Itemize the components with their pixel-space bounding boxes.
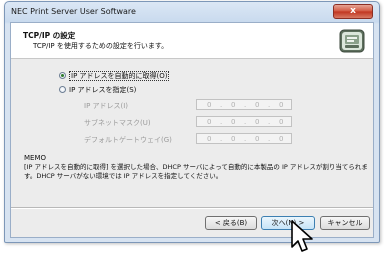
ip-octet: 0 bbox=[279, 118, 284, 126]
default-gateway-input[interactable]: 0 . 0 . 0 . 0 bbox=[196, 133, 292, 144]
window-title: NEC Print Server User Software bbox=[11, 7, 136, 16]
close-button[interactable]: x bbox=[333, 4, 373, 19]
ip-octet: 0 bbox=[279, 135, 284, 143]
close-icon: x bbox=[350, 6, 356, 16]
subnet-mask-input[interactable]: 0 . 0 . 0 . 0 bbox=[196, 116, 292, 127]
dialog-window: NEC Print Server User Software x TCP/IP … bbox=[4, 1, 380, 243]
memo-text: [IP アドレスを自動的に取得] を選択した場合、DHCP サーバによって自動的… bbox=[24, 163, 368, 180]
page-title: TCP/IP の設定 bbox=[23, 31, 76, 40]
radio-auto-ip-indicator[interactable] bbox=[59, 72, 66, 79]
title-bar[interactable]: NEC Print Server User Software x bbox=[5, 2, 379, 22]
dialog-body: TCP/IP の設定 TCP/IP を使用するための設定を行います。 IP アド… bbox=[10, 22, 374, 238]
default-gateway-label: デフォルトゲートウェイ(G) bbox=[84, 136, 172, 144]
ip-octet: 0 bbox=[207, 101, 212, 109]
ip-octet: 0 bbox=[207, 118, 212, 126]
mouse-pointer-icon bbox=[291, 220, 313, 252]
radio-auto-ip-label: IP アドレスを自動的に取得(O) bbox=[69, 71, 170, 81]
ip-octet: 0 bbox=[255, 101, 260, 109]
ip-octet: 0 bbox=[231, 135, 236, 143]
ip-octet: 0 bbox=[231, 101, 236, 109]
ip-octet: 0 bbox=[255, 135, 260, 143]
radio-manual-ip-label: IP アドレスを指定(S) bbox=[69, 86, 137, 94]
ip-address-input[interactable]: 0 . 0 . 0 . 0 bbox=[196, 99, 292, 110]
ip-address-label: IP アドレス(I) bbox=[84, 102, 129, 110]
ip-octet: 0 bbox=[231, 118, 236, 126]
radio-manual-ip-indicator[interactable] bbox=[59, 86, 66, 93]
ip-octet: 0 bbox=[207, 135, 212, 143]
wizard-header: TCP/IP の設定 TCP/IP を使用するための設定を行います。 bbox=[11, 23, 373, 59]
cancel-button[interactable]: キャンセル bbox=[320, 216, 370, 230]
ip-octet: 0 bbox=[255, 118, 260, 126]
back-button[interactable]: < 戻る(B) bbox=[205, 216, 257, 230]
memo-heading: MEMO bbox=[24, 154, 47, 162]
subnet-mask-label: サブネットマスク(U) bbox=[84, 119, 151, 127]
radio-manual-ip[interactable]: IP アドレスを指定(S) bbox=[59, 85, 136, 95]
page-subtitle: TCP/IP を使用するための設定を行います。 bbox=[33, 42, 169, 50]
settings-wizard-icon bbox=[339, 29, 365, 53]
ip-octet: 0 bbox=[279, 101, 284, 109]
radio-auto-ip[interactable]: IP アドレスを自動的に取得(O) bbox=[59, 71, 170, 81]
